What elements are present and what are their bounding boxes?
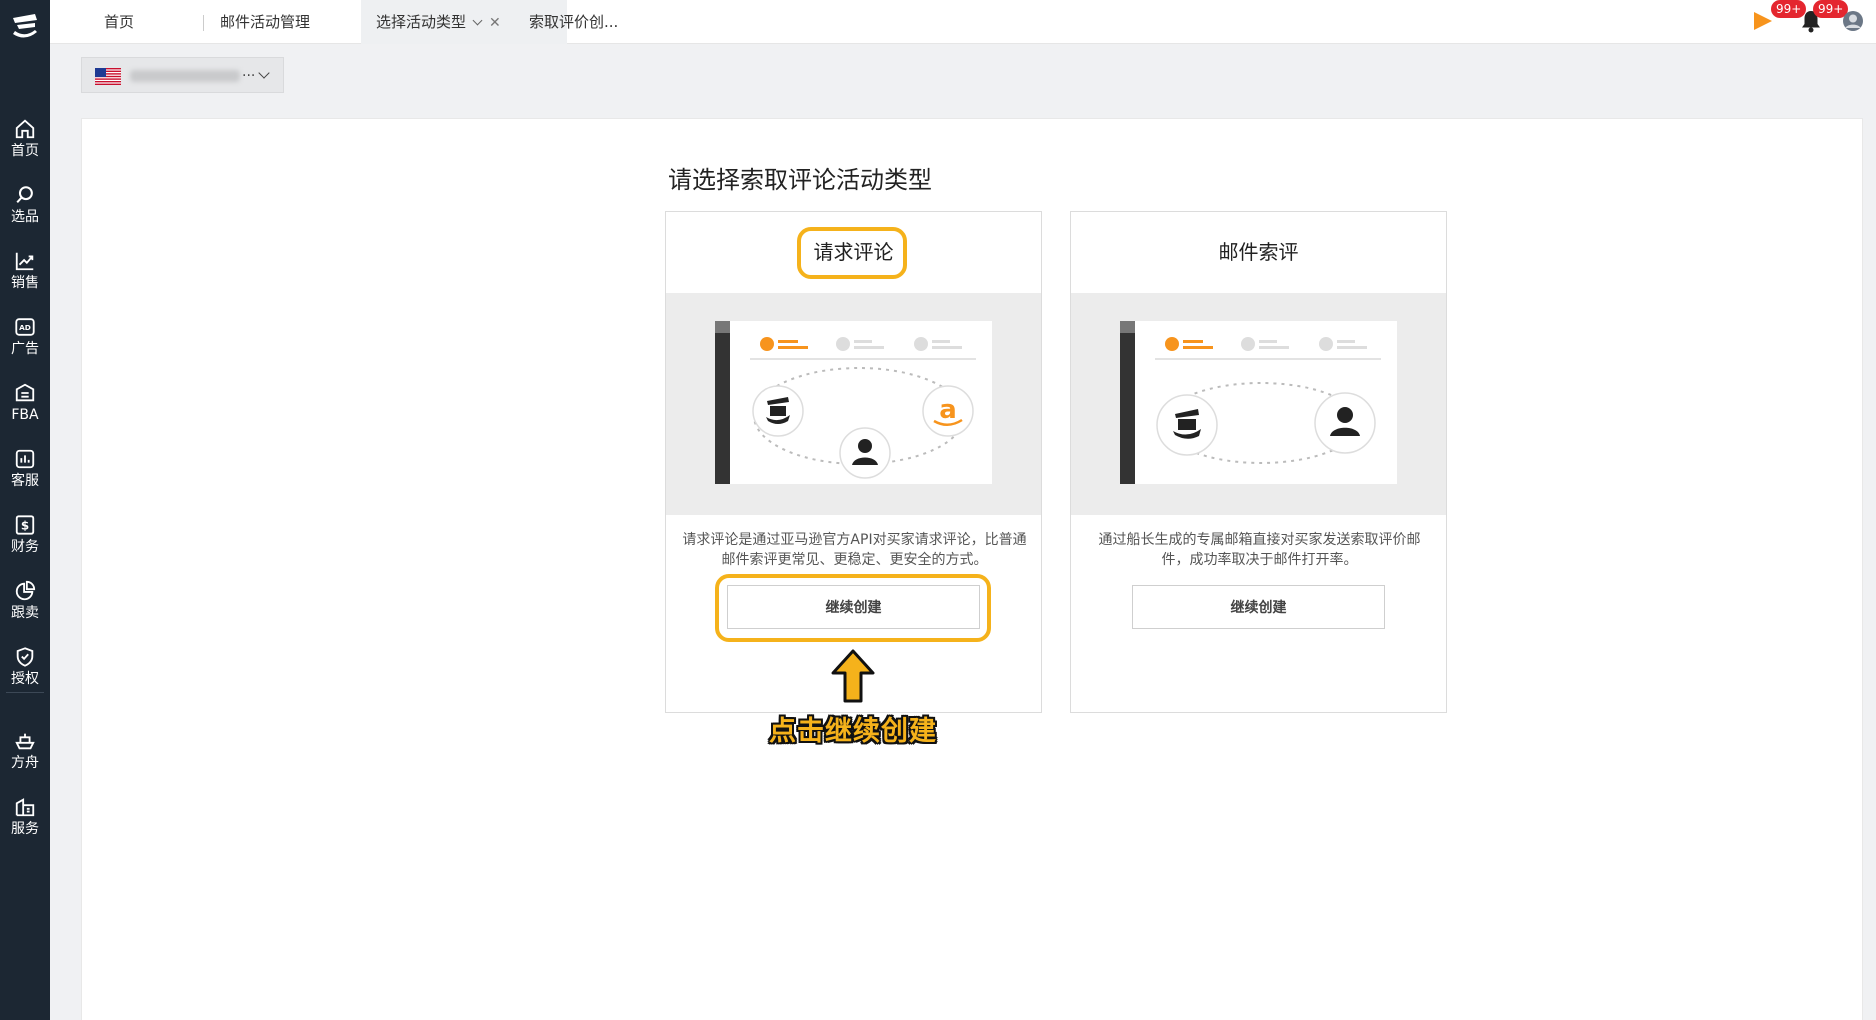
sidebar-item-label: 财务 [11, 539, 39, 555]
sidebar-item-label: 客服 [11, 473, 39, 489]
bar-chart-icon [15, 449, 35, 469]
highlight-box-title [797, 227, 907, 279]
search-icon [16, 186, 33, 204]
sidebar-item-label: 销售 [11, 275, 39, 291]
email-review-illustration [1071, 293, 1446, 515]
sidebar-item-label: 首页 [11, 143, 39, 159]
sidebar: 首页 选品 销售 AD 广告 FBA 客服 $ 财务 跟卖 授权 方舟 服务 [0, 0, 50, 1020]
sidebar-item-ark[interactable]: 方舟 [0, 720, 50, 780]
store-name-ellipsis: ... [242, 64, 256, 80]
app-logo[interactable] [9, 12, 41, 42]
up-arrow-icon [831, 649, 875, 703]
continue-create-button[interactable]: 继续创建 [1132, 585, 1385, 629]
svg-text:$: $ [21, 519, 29, 533]
shield-check-icon [16, 647, 34, 667]
sidebar-item-label: 跟卖 [11, 605, 39, 621]
request-review-illustration: a [666, 293, 1041, 515]
tutorial-annotation: 点击继续创建 [769, 716, 937, 747]
sidebar-item-follow-sell[interactable]: 跟卖 [0, 570, 50, 630]
tab-label: 索取评价创... [529, 13, 619, 31]
ad-icon: AD [15, 318, 35, 336]
highlight-box-button [715, 574, 991, 642]
sidebar-item-customer-service[interactable]: 客服 [0, 438, 50, 498]
sidebar-item-services[interactable]: 服务 [0, 786, 50, 846]
chevron-down-icon [258, 67, 270, 79]
sidebar-item-label: FBA [11, 407, 39, 423]
sidebar-item-label: 授权 [11, 671, 39, 687]
sidebar-item-finance[interactable]: $ 财务 [0, 504, 50, 564]
tab-separator [203, 15, 204, 31]
sidebar-item-ads[interactable]: AD 广告 [0, 306, 50, 366]
store-name-blurred [130, 70, 240, 82]
sidebar-item-product-selection[interactable]: 选品 [0, 174, 50, 234]
pie-chart-icon [15, 580, 36, 601]
sidebar-item-label: 服务 [11, 821, 39, 837]
sidebar-item-fba[interactable]: FBA [0, 372, 50, 432]
us-flag-icon [95, 68, 121, 85]
avatar[interactable] [1842, 10, 1864, 32]
sidebar-item-label: 广告 [11, 341, 39, 357]
tab-review-request-create[interactable]: 索取评价创... [529, 0, 618, 44]
building-icon [15, 798, 35, 817]
home-icon [15, 119, 35, 139]
close-icon[interactable]: ✕ [489, 1, 501, 45]
sidebar-item-home[interactable]: 首页 [0, 108, 50, 168]
tab-email-campaign-management[interactable]: 邮件活动管理 [220, 0, 310, 44]
tab-home[interactable]: 首页 [104, 0, 134, 44]
sidebar-item-label: 方舟 [11, 755, 39, 771]
card-title: 邮件索评 [1218, 240, 1299, 264]
store-selector[interactable]: ... [81, 57, 284, 93]
illustration-image: a [715, 321, 992, 484]
ark-icon [15, 733, 35, 750]
page-title: 请选择索取评论活动类型 [668, 166, 932, 194]
tab-label: 首页 [104, 13, 135, 31]
tab-bar: 首页 邮件活动管理 选择活动类型 ✕ 索取评价创... 99+ 99+ [50, 0, 1876, 44]
svg-text:a: a [939, 395, 957, 425]
sidebar-item-label: 选品 [11, 209, 39, 225]
svg-text:AD: AD [19, 323, 31, 332]
card-description: 请求评论是通过亚马逊官方API对买家请求评论，比普通邮件索评更常见、更稳定、更安… [682, 532, 1027, 568]
tab-label: 邮件活动管理 [220, 13, 311, 31]
illustration-image [1120, 321, 1397, 484]
card-description: 通过船长生成的专属邮箱直接对买家发送索取评价邮件，成功率取决于邮件打开率。 [1098, 532, 1421, 568]
dollar-icon: $ [15, 515, 35, 535]
tab-label: 选择活动类型 [376, 13, 467, 31]
trend-chart-icon [15, 252, 34, 271]
sidebar-item-sales[interactable]: 销售 [0, 240, 50, 300]
email-review-card: 邮件索评 通过船长生成的专属邮箱直接对买家发送索取评价邮件，成功率取决于邮件打开… [1070, 211, 1447, 713]
fba-icon [15, 383, 35, 402]
sidebar-item-authorization[interactable]: 授权 [0, 636, 50, 696]
sidebar-divider [6, 692, 44, 693]
chevron-down-icon[interactable] [472, 15, 483, 26]
